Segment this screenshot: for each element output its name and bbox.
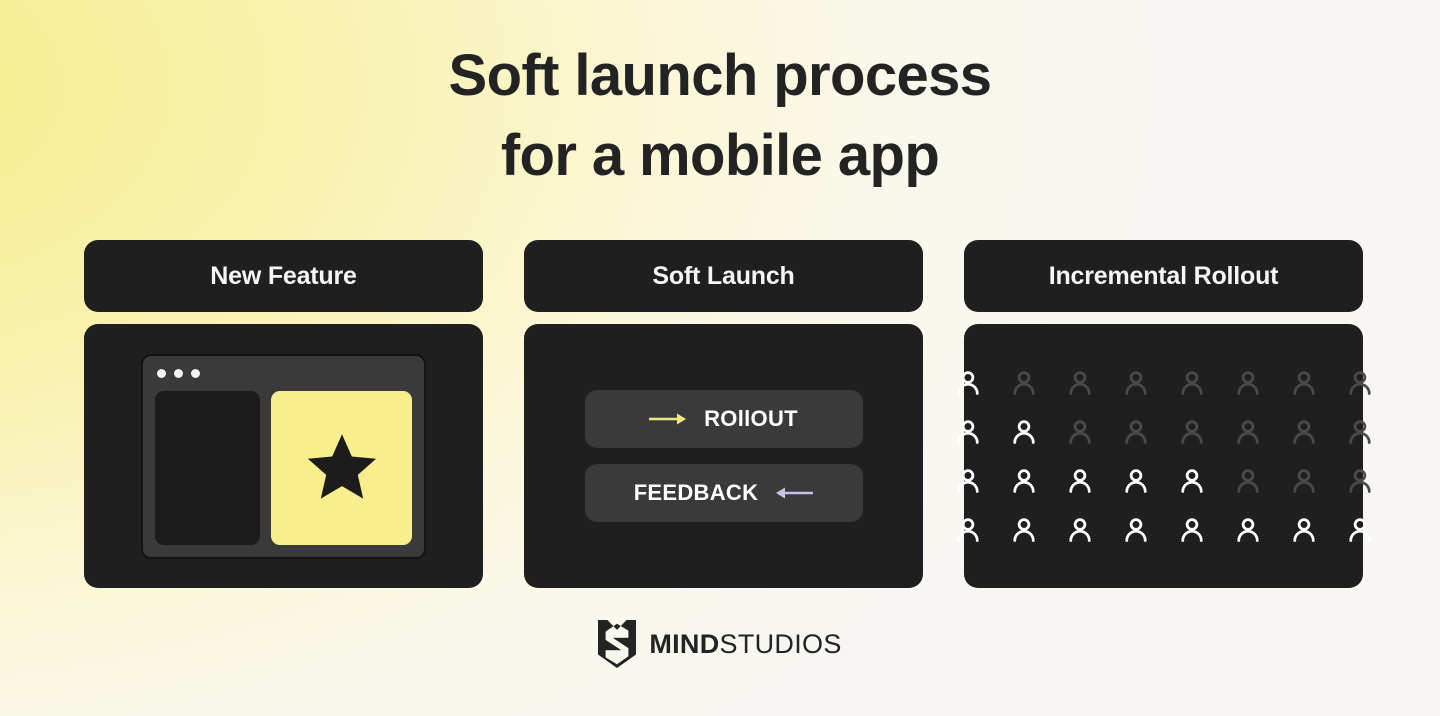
column-header-incremental-rollout: Incremental Rollout (964, 240, 1363, 312)
window-dot-icon (174, 368, 183, 378)
column-incremental-rollout: Incremental Rollout (956, 240, 1371, 588)
person-icon (1348, 468, 1371, 493)
star-icon (307, 433, 376, 499)
window-traffic-light-dots (155, 368, 412, 378)
brand-footer: MINDSTUDIOS (0, 620, 1440, 668)
person-icon (956, 468, 979, 493)
person-icon (1292, 517, 1315, 542)
page-title-line-2: for a mobile app (500, 123, 940, 189)
person-icon (1292, 419, 1315, 444)
person-icon (1180, 517, 1203, 542)
person-icon (1236, 468, 1259, 493)
person-icon (956, 517, 979, 542)
person-icon (1012, 517, 1035, 542)
process-columns: New Feature Soft Launch ROllOUT FEEDBACK… (84, 240, 1371, 588)
person-icon (1292, 370, 1315, 395)
person-icon (1068, 517, 1091, 542)
adoption-people-grid (953, 368, 1375, 545)
arrow-left-icon (776, 487, 814, 499)
adoption-people-row (953, 368, 1375, 398)
person-icon (1236, 517, 1259, 542)
brand-word-regular: STUDIOS (719, 628, 842, 659)
person-icon (1180, 468, 1203, 493)
column-soft-launch: Soft Launch ROllOUT FEEDBACK (524, 240, 923, 588)
arrow-right-icon (649, 413, 687, 425)
soft-launch-chip-list: ROllOUT FEEDBACK (584, 390, 863, 522)
person-icon (956, 419, 979, 444)
person-icon (956, 370, 979, 395)
person-icon (1292, 468, 1315, 493)
person-icon (1068, 419, 1091, 444)
person-icon (1180, 370, 1203, 395)
person-icon (1236, 370, 1259, 395)
person-icon (1348, 517, 1371, 542)
column-header-soft-launch: Soft Launch (524, 240, 923, 312)
column-new-feature: New Feature (84, 240, 483, 588)
window-pane-placeholder (155, 390, 260, 545)
adoption-people-row (953, 417, 1375, 447)
person-icon (1348, 370, 1371, 395)
page-title-line-1: Soft launch process (448, 43, 993, 108)
rollout-chip[interactable]: ROllOUT (584, 390, 863, 448)
app-window-mockup (141, 353, 426, 559)
person-icon (1124, 419, 1147, 444)
column-body-new-feature (84, 324, 483, 588)
column-header-new-feature: New Feature (84, 240, 483, 312)
person-icon (1068, 370, 1091, 395)
person-icon (1180, 419, 1203, 444)
person-icon (1236, 419, 1259, 444)
column-body-incremental-rollout (956, 324, 1371, 588)
person-icon (1012, 370, 1035, 395)
rollout-chip-label: ROllOUT (704, 406, 798, 431)
window-content-panes (155, 390, 412, 545)
window-dot-icon (157, 368, 166, 378)
person-icon (1124, 370, 1147, 395)
feedback-chip[interactable]: FEEDBACK (584, 464, 863, 522)
column-header-label: Incremental Rollout (1048, 261, 1279, 290)
feedback-chip-label: FEEDBACK (633, 480, 759, 505)
person-icon (1124, 468, 1147, 493)
adoption-people-row (953, 515, 1375, 545)
adoption-people-row (953, 466, 1375, 496)
page-title: Soft launch process for a mobile app (0, 36, 1440, 196)
brand-word-bold: MIND (649, 628, 720, 659)
person-icon (1348, 419, 1371, 444)
window-pane-featured (271, 390, 412, 545)
column-body-soft-launch: ROllOUT FEEDBACK (524, 324, 923, 588)
person-icon (1068, 468, 1091, 493)
infographic-canvas: Soft launch process for a mobile app New… (0, 0, 1440, 716)
person-icon (1124, 517, 1147, 542)
person-icon (1012, 468, 1035, 493)
column-header-label: New Feature (210, 261, 357, 290)
window-dot-icon (191, 368, 200, 378)
column-header-label: Soft Launch (652, 261, 795, 290)
mind-studios-shield-icon (598, 620, 637, 668)
brand-wordmark: MINDSTUDIOS (649, 629, 841, 660)
person-icon (1012, 419, 1035, 444)
